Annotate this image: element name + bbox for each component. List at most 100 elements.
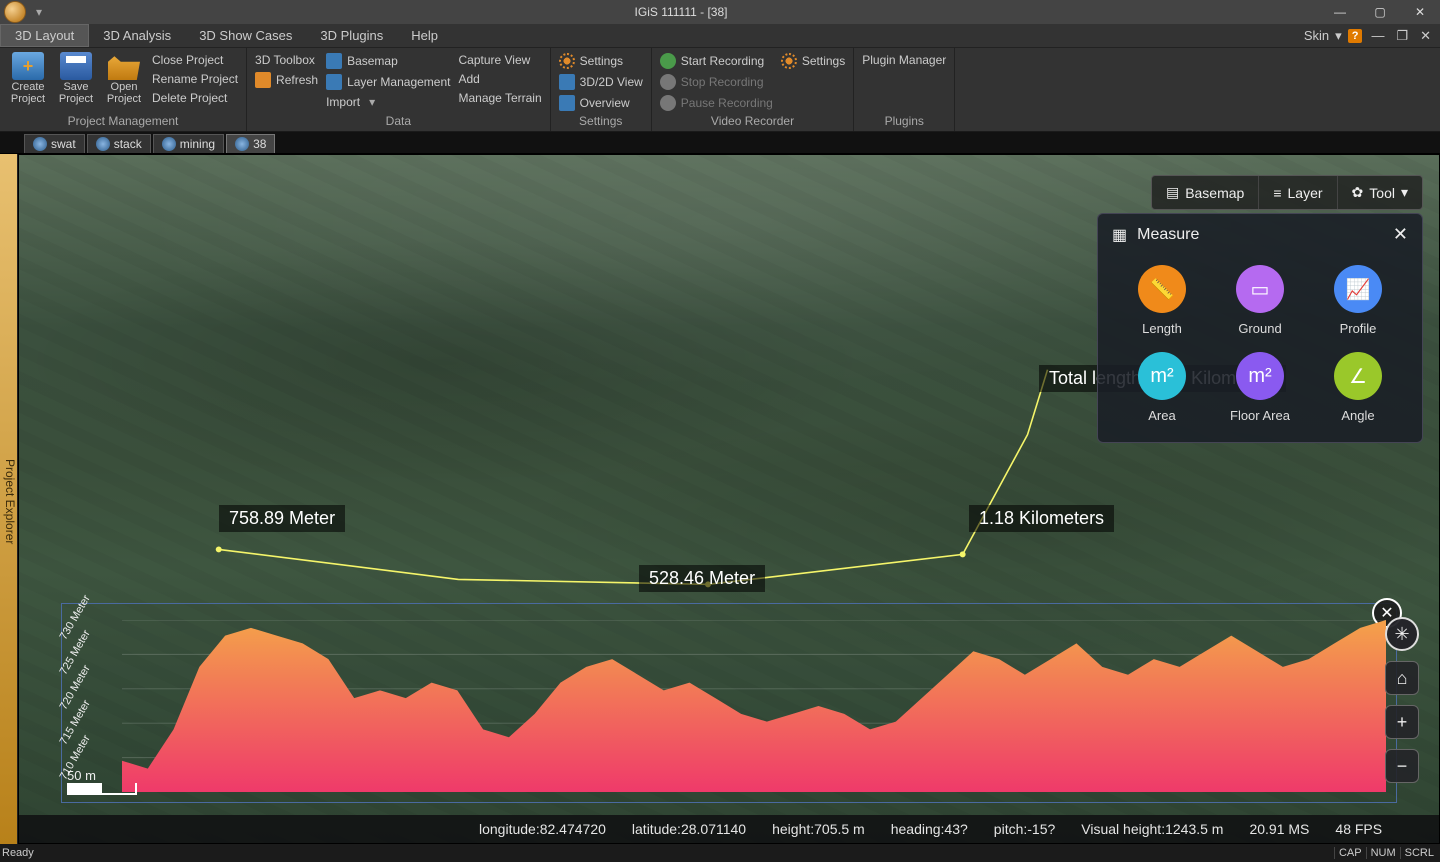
add-button[interactable]: Add: [456, 71, 543, 87]
area-icon: m²: [1138, 352, 1186, 400]
refresh-icon: [255, 72, 271, 88]
ribbon-tabs: 3D Layout 3D Analysis 3D Show Cases 3D P…: [0, 24, 1440, 48]
ribbon-group-data: 3D Toolbox Refresh Basemap Layer Managem…: [247, 48, 551, 131]
measure-tool-angle[interactable]: ∠Angle: [1314, 352, 1402, 423]
ribbon-tab-3d-showcases[interactable]: 3D Show Cases: [185, 24, 306, 47]
chart-icon: 📈: [1334, 265, 1382, 313]
map-navigation-controls: ✳ ⌂ + −: [1385, 617, 1419, 783]
ribbon-group-label: Data: [253, 112, 544, 131]
document-tabs: swat stack mining 38: [0, 132, 1440, 154]
mdi-minimize-button[interactable]: —: [1368, 28, 1387, 43]
recorder-settings-button[interactable]: Settings: [779, 52, 847, 70]
measure-tool-area[interactable]: m²Area: [1118, 352, 1206, 423]
ribbon-group-video-recorder: Start Recording Stop Recording Pause Rec…: [652, 48, 854, 131]
manage-terrain-button[interactable]: Manage Terrain: [456, 90, 543, 106]
zoom-out-button[interactable]: −: [1385, 749, 1419, 783]
compass-button[interactable]: ✳: [1385, 617, 1419, 651]
open-project-button[interactable]: Open Project: [102, 50, 146, 105]
mdi-restore-button[interactable]: ❐: [1393, 28, 1411, 44]
start-recording-button[interactable]: Start Recording: [658, 52, 775, 70]
window-titlebar: ▾ IGiS 111111 - [38] — ▢ ✕: [0, 0, 1440, 24]
document-tab-swat[interactable]: swat: [24, 134, 85, 153]
zoom-in-button[interactable]: +: [1385, 705, 1419, 739]
skin-selector-dropdown-icon[interactable]: ▾: [1335, 28, 1342, 44]
elevation-profile-panel: ✕ 710 Meter 715 Meter 720 Meter 725 Mete…: [61, 603, 1397, 803]
3d-viewport[interactable]: 758.89 Meter 528.46 Meter 1.18 Kilometer…: [18, 154, 1440, 844]
measure-tool-floor-area[interactable]: m²Floor Area: [1216, 352, 1304, 423]
stop-recording-button[interactable]: Stop Recording: [658, 73, 775, 91]
measure-panel-close-button[interactable]: ✕: [1393, 224, 1408, 245]
ribbon-tab-3d-analysis[interactable]: 3D Analysis: [89, 24, 185, 47]
refresh-button[interactable]: Refresh: [253, 71, 320, 89]
delete-project-button[interactable]: Delete Project: [150, 90, 240, 106]
ribbon-tab-help[interactable]: Help: [397, 24, 452, 47]
overview-button[interactable]: Overview: [557, 94, 645, 112]
settings-button[interactable]: Settings: [557, 52, 645, 70]
globe-icon: [235, 137, 249, 151]
chevron-down-icon: ▾: [1401, 184, 1408, 201]
measure-tool-ground[interactable]: ▭Ground: [1216, 265, 1304, 336]
play-icon: [660, 53, 676, 69]
info-latitude: latitude:28.071140: [632, 821, 746, 837]
rename-project-button[interactable]: Rename Project: [150, 71, 240, 87]
ribbon-tab-3d-plugins[interactable]: 3D Plugins: [306, 24, 397, 47]
info-height: height:705.5 m: [772, 821, 865, 837]
pause-recording-button[interactable]: Pause Recording: [658, 94, 775, 112]
gear-icon: [559, 53, 575, 69]
save-icon: [60, 52, 92, 80]
skin-selector-label[interactable]: Skin: [1304, 28, 1329, 43]
scale-bar: 50 m: [67, 768, 137, 795]
basemap-icon: [326, 53, 342, 69]
ribbon-group-label: Video Recorder: [658, 112, 847, 131]
close-project-button[interactable]: Close Project: [150, 52, 240, 68]
3d-2d-view-button[interactable]: 3D/2D View: [557, 73, 645, 91]
measure-tool-profile[interactable]: 📈Profile: [1314, 265, 1402, 336]
create-project-button[interactable]: Create Project: [6, 50, 50, 105]
home-button[interactable]: ⌂: [1385, 661, 1419, 695]
stop-icon: [660, 74, 676, 90]
ribbon-group-plugins: Plugin Manager Plugins: [854, 48, 955, 131]
angle-icon: ∠: [1334, 352, 1382, 400]
workspace: Project Explorer 758.89 Meter 528.46 Met…: [0, 154, 1440, 844]
elevation-profile-chart: [122, 620, 1386, 792]
overview-icon: [559, 95, 575, 111]
document-tab-38[interactable]: 38: [226, 134, 275, 153]
map-toolbar-basemap-button[interactable]: ▤Basemap: [1152, 176, 1258, 209]
map-toolbar-tool-button[interactable]: ✿Tool▾: [1337, 176, 1422, 209]
info-longitude: longitude:82.474720: [479, 821, 606, 837]
basemap-button[interactable]: Basemap: [324, 52, 452, 70]
mdi-close-button[interactable]: ✕: [1417, 28, 1434, 44]
import-button[interactable]: Import▾: [324, 94, 452, 110]
measure-tool-length[interactable]: 📏Length: [1118, 265, 1206, 336]
project-explorer-collapsed-panel[interactable]: Project Explorer: [0, 154, 18, 844]
status-bar: Ready CAP NUM SCRL: [0, 844, 1440, 862]
map-icon: ▤: [1166, 184, 1179, 201]
document-tab-mining[interactable]: mining: [153, 134, 224, 153]
globe-icon: [33, 137, 47, 151]
ribbon-group-label: Plugins: [860, 112, 948, 131]
window-close-button[interactable]: ✕: [1400, 5, 1440, 19]
ribbon-tab-3d-layout[interactable]: 3D Layout: [0, 24, 89, 47]
measurement-label-segment-3: 1.18 Kilometers: [969, 505, 1114, 532]
plugin-manager-button[interactable]: Plugin Manager: [860, 52, 948, 68]
3d-toolbox-button[interactable]: 3D Toolbox: [253, 52, 320, 68]
info-visual-height: Visual height:1243.5 m: [1081, 821, 1223, 837]
view-toggle-icon: [559, 74, 575, 90]
ground-icon: ▭: [1236, 265, 1284, 313]
gear-icon: [781, 53, 797, 69]
capture-view-button[interactable]: Capture View: [456, 52, 543, 68]
layer-management-button[interactable]: Layer Management: [324, 73, 452, 91]
window-maximize-button[interactable]: ▢: [1360, 5, 1400, 19]
document-tab-stack[interactable]: stack: [87, 134, 151, 153]
save-project-button[interactable]: Save Project: [54, 50, 98, 105]
measure-panel-title: Measure: [1137, 226, 1199, 244]
measurement-label-segment-1: 758.89 Meter: [219, 505, 345, 532]
help-button[interactable]: ?: [1348, 29, 1363, 43]
window-minimize-button[interactable]: —: [1320, 5, 1360, 19]
info-pitch: pitch:-15?: [994, 821, 1055, 837]
info-heading: heading:43?: [891, 821, 968, 837]
ribbon-group-project-management: Create Project Save Project Open Project…: [0, 48, 247, 131]
tool-icon: ✿: [1352, 184, 1364, 201]
ribbon: Create Project Save Project Open Project…: [0, 48, 1440, 132]
map-toolbar-layer-button[interactable]: ≡Layer: [1258, 176, 1336, 209]
